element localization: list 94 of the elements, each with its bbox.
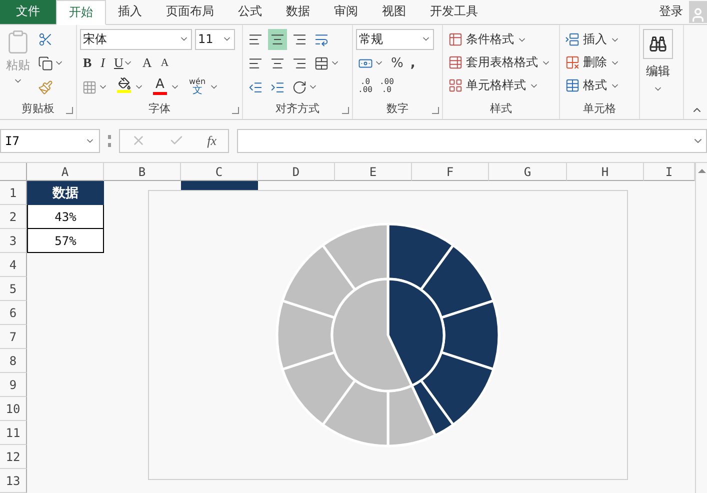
- styles-menu-button[interactable]: 条件格式: [446, 28, 553, 51]
- grow-font-button[interactable]: A: [139, 52, 155, 74]
- font-name-field[interactable]: 宋体: [80, 28, 192, 50]
- binoculars-icon: [649, 34, 667, 53]
- insert-function-button[interactable]: fx: [207, 132, 217, 149]
- launcher-icon[interactable]: [232, 106, 239, 114]
- table-icon: [565, 55, 580, 70]
- group-label: 剪贴板: [20, 100, 56, 117]
- align-right-icon: [292, 56, 307, 71]
- donut-segment: [276, 299, 336, 371]
- underline-button[interactable]: U: [111, 52, 136, 74]
- table-icon: [448, 32, 463, 48]
- comma-button[interactable]: ,: [408, 52, 418, 74]
- column-header[interactable]: I: [644, 163, 695, 181]
- launcher-icon[interactable]: [432, 106, 439, 114]
- table-icon: [565, 78, 580, 94]
- table-icon: [565, 32, 580, 48]
- group-label: 数字: [386, 100, 410, 117]
- launcher-icon[interactable]: [66, 106, 73, 114]
- cells-menu-button[interactable]: 格式: [563, 74, 622, 97]
- row-header[interactable]: 9: [0, 373, 27, 397]
- wrap-text-icon: [314, 32, 329, 47]
- font-color-button[interactable]: A: [149, 76, 182, 98]
- ribbon-tab[interactable]: 审阅: [322, 0, 370, 24]
- styles-menu-button[interactable]: 套用表格格式: [446, 52, 553, 74]
- font-size-field[interactable]: 11: [195, 28, 235, 50]
- row-header[interactable]: 12: [0, 445, 27, 469]
- phonetic-guide-button[interactable]: wén 文: [185, 76, 221, 98]
- ribbon-tab[interactable]: 数据: [274, 0, 322, 24]
- ribbon-tab[interactable]: 公式: [226, 0, 274, 24]
- sign-in-link[interactable]: 登录: [659, 3, 683, 20]
- drag-handle-icon: [108, 134, 111, 147]
- number-format-field[interactable]: 常规: [356, 28, 434, 50]
- group-label: 字体: [148, 100, 172, 117]
- table-cell: 57%: [27, 229, 104, 253]
- paintbrush-icon: [38, 80, 53, 95]
- table-icon: [448, 78, 463, 94]
- row-header[interactable]: 7: [0, 325, 27, 349]
- table-cell: 43%: [27, 205, 104, 229]
- percent-button[interactable]: %: [389, 52, 406, 74]
- column-header[interactable]: E: [335, 163, 412, 181]
- align-center-icon: [270, 56, 285, 71]
- scissors-icon: [38, 32, 53, 47]
- middle-align-button[interactable]: [268, 28, 287, 50]
- name-box[interactable]: I7: [0, 128, 100, 153]
- ribbon-tab[interactable]: 开始: [56, 0, 106, 25]
- editing-button[interactable]: 编辑: [643, 28, 673, 119]
- row-header[interactable]: 8: [0, 349, 27, 373]
- rotate-icon: [292, 80, 307, 95]
- ribbon-tab[interactable]: 页面布局: [154, 0, 226, 24]
- ribbon-tab[interactable]: 开发工具: [418, 0, 490, 24]
- row-header[interactable]: 4: [0, 253, 27, 277]
- cells-menu-button[interactable]: 删除: [563, 52, 622, 74]
- group-label: 样式: [489, 100, 513, 117]
- column-header[interactable]: B: [104, 163, 181, 181]
- row-header[interactable]: 6: [0, 301, 27, 325]
- launcher-icon[interactable]: [342, 106, 349, 114]
- top-align-icon: [248, 32, 263, 47]
- donut-segment: [322, 379, 390, 448]
- donut-segment: [440, 299, 500, 371]
- row-header[interactable]: 11: [0, 421, 27, 445]
- file-tab[interactable]: 文件: [0, 0, 56, 24]
- increase-decimal-button[interactable]: .0 .00: [356, 76, 374, 98]
- row-header[interactable]: 10: [0, 397, 27, 421]
- decrease-decimal-button[interactable]: .00 .0: [377, 76, 396, 98]
- align-left-icon: [248, 56, 263, 71]
- group-label: 单元格: [582, 100, 617, 117]
- merge-cells-icon: [314, 56, 329, 71]
- formula-input[interactable]: [237, 128, 707, 153]
- ribbon-tab[interactable]: 视图: [370, 0, 418, 24]
- copy-icon: [38, 56, 53, 71]
- column-header[interactable]: D: [258, 163, 335, 181]
- bold-button[interactable]: B: [80, 52, 95, 74]
- middle-align-icon: [270, 32, 285, 47]
- group-label: 对齐方式: [274, 100, 320, 117]
- ribbon-tab[interactable]: 插入: [106, 0, 154, 24]
- donut-segment: [322, 222, 390, 291]
- paint-bucket-icon: [118, 76, 130, 90]
- shrink-font-button[interactable]: A: [158, 52, 172, 74]
- italic-button[interactable]: I: [98, 52, 108, 74]
- outdent-icon: [248, 80, 263, 95]
- column-header[interactable]: H: [567, 163, 644, 181]
- vertical-scrollbar[interactable]: [695, 163, 707, 493]
- column-header[interactable]: F: [412, 163, 489, 181]
- indent-icon: [270, 80, 285, 95]
- grid-icon: [82, 80, 97, 95]
- bottom-align-icon: [292, 32, 307, 47]
- row-header[interactable]: 5: [0, 277, 27, 301]
- table-icon: [448, 55, 463, 70]
- column-header[interactable]: G: [489, 163, 567, 181]
- styles-menu-button[interactable]: 单元格样式: [446, 74, 553, 97]
- cells-menu-button[interactable]: 插入: [563, 28, 622, 51]
- row-header[interactable]: 13: [0, 469, 27, 493]
- table-header-cell: 数据: [27, 181, 104, 205]
